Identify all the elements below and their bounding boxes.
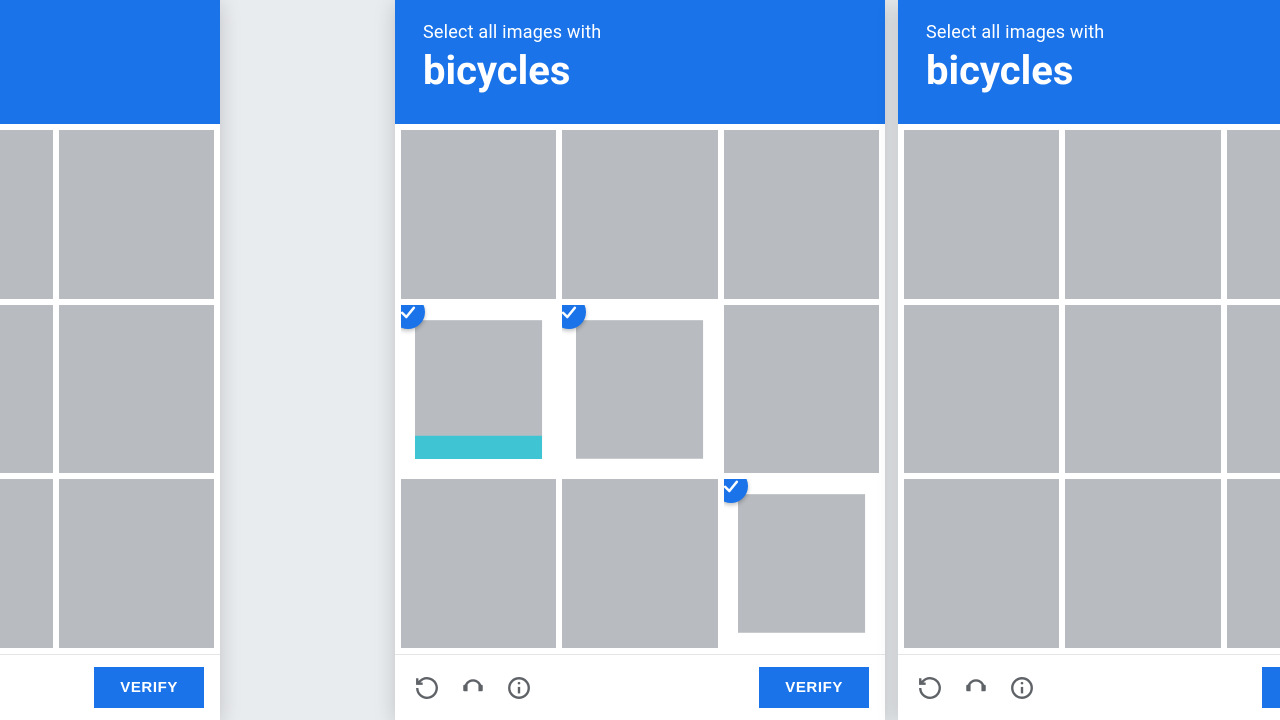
reload-icon[interactable]: [411, 672, 443, 704]
captcha-tile[interactable]: [904, 130, 1059, 299]
tile-image: [59, 305, 214, 474]
tile-image: [724, 305, 879, 474]
tile-image: [1227, 130, 1280, 299]
reload-icon[interactable]: [914, 672, 946, 704]
captcha-target: bicycles: [926, 47, 1280, 94]
tile-image: [904, 130, 1059, 299]
captcha-tile[interactable]: [1065, 130, 1220, 299]
tile-image: [724, 130, 879, 299]
captcha-tile[interactable]: [1227, 130, 1280, 299]
captcha-tile[interactable]: [1227, 479, 1280, 648]
tile-image: [0, 305, 53, 474]
tile-image: [562, 479, 717, 648]
tile-image: [0, 130, 53, 299]
tile-image: [59, 130, 214, 299]
captcha-prompt: Select all images with: [926, 22, 1280, 43]
captcha-tile[interactable]: [0, 130, 53, 299]
captcha-tile[interactable]: [724, 305, 879, 474]
tile-image: [59, 479, 214, 648]
audio-icon[interactable]: [960, 672, 992, 704]
info-icon[interactable]: [1006, 672, 1038, 704]
captcha-tile[interactable]: [1227, 305, 1280, 474]
tile-image: [904, 305, 1059, 474]
verify-button[interactable]: VERIFY: [759, 667, 869, 708]
captcha-left: Select all images with bicycles VERIFY: [0, 0, 220, 720]
tile-image: [0, 479, 53, 648]
tile-image: [415, 320, 542, 458]
tile-image: [401, 130, 556, 299]
tile-image: [1227, 479, 1280, 648]
captcha-grid: [0, 124, 220, 654]
tile-image: [1227, 305, 1280, 474]
captcha-tile[interactable]: [0, 305, 53, 474]
captcha-grid: [395, 124, 885, 654]
captcha-tile[interactable]: [0, 479, 53, 648]
captcha-tile[interactable]: [401, 305, 556, 474]
captcha-tile[interactable]: [562, 479, 717, 648]
tile-image: [904, 479, 1059, 648]
captcha-header: Select all images with bicycles: [0, 0, 220, 124]
tile-image: [1065, 130, 1220, 299]
captcha-tile[interactable]: [1065, 479, 1220, 648]
audio-icon[interactable]: [457, 672, 489, 704]
tile-image: [562, 130, 717, 299]
captcha-tile[interactable]: [1065, 305, 1220, 474]
info-icon[interactable]: [503, 672, 535, 704]
captcha-footer: VERIFY: [0, 654, 220, 720]
tile-image: [401, 479, 556, 648]
captcha-prompt: Select all images with: [423, 22, 857, 43]
captcha-target: bicycles: [423, 47, 857, 94]
tile-image: [1065, 305, 1220, 474]
captcha-tile[interactable]: [401, 479, 556, 648]
captcha-tile[interactable]: [401, 130, 556, 299]
captcha-tile[interactable]: [562, 130, 717, 299]
captcha-tile[interactable]: [59, 479, 214, 648]
captcha-tile[interactable]: [724, 479, 879, 648]
captcha-tile[interactable]: [59, 130, 214, 299]
captcha-tile[interactable]: [904, 305, 1059, 474]
captcha-tile[interactable]: [59, 305, 214, 474]
captcha-tile[interactable]: [562, 305, 717, 474]
tile-image: [738, 495, 865, 633]
captcha-header: Select all images with bicycles: [898, 0, 1280, 124]
captcha-header: Select all images with bicycles: [395, 0, 885, 124]
stage: Select all images with bicycles VERIFY S…: [0, 0, 1280, 720]
verify-button[interactable]: VERIFY: [94, 667, 204, 708]
verify-button[interactable]: VERIFY: [1262, 667, 1280, 708]
captcha-prompt: Select all images with: [0, 22, 192, 43]
tile-image: [1065, 479, 1220, 648]
tile-image: [576, 320, 703, 458]
captcha-center: Select all images with bicycles VERIFY: [395, 0, 885, 720]
captcha-footer: VERIFY: [395, 654, 885, 720]
captcha-target: bicycles: [0, 47, 192, 94]
captcha-tile[interactable]: [904, 479, 1059, 648]
captcha-footer: VERIFY: [898, 654, 1280, 720]
captcha-tile[interactable]: [724, 130, 879, 299]
captcha-grid: [898, 124, 1280, 654]
captcha-right: Select all images with bicycles VERIFY: [898, 0, 1280, 720]
